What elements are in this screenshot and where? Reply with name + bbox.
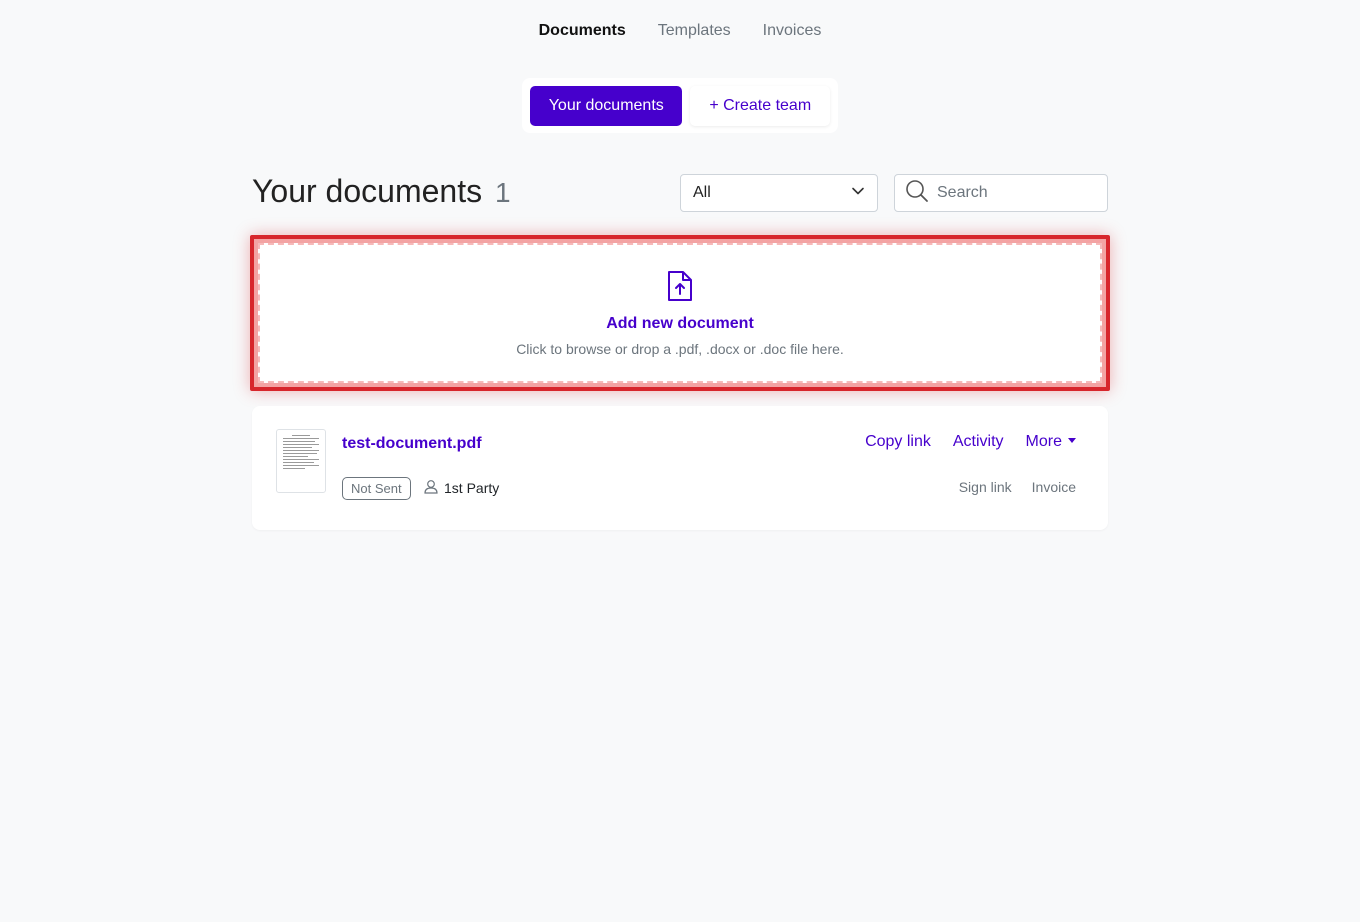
chevron-down-icon (851, 184, 865, 203)
add-document-dropzone[interactable]: Add new document Click to browse or drop… (258, 243, 1102, 383)
document-actions: Copy link Activity More (865, 433, 1076, 451)
document-count: 1 (494, 177, 511, 208)
status-badge: Not Sent (342, 477, 411, 500)
filter-selected-value: All (693, 184, 711, 201)
activity-button[interactable]: Activity (953, 433, 1004, 451)
party-indicator: 1st Party (424, 479, 499, 497)
add-document-title: Add new document (606, 314, 754, 332)
dropzone-highlight: Add new document Click to browse or drop… (250, 235, 1110, 391)
document-name-link[interactable]: test-document.pdf (342, 435, 482, 453)
your-documents-button[interactable]: Your documents (530, 86, 683, 126)
file-upload-icon (667, 270, 693, 307)
documents-team-switcher: Your documents + Create team (522, 78, 838, 133)
page-title: Your documents 1 (252, 173, 511, 210)
search-box (894, 174, 1108, 212)
nav-tab-invoices[interactable]: Invoices (763, 20, 822, 42)
document-thumbnail[interactable] (276, 429, 326, 493)
sign-link-button[interactable]: Sign link (959, 479, 1012, 495)
document-secondary-actions: Sign link Invoice (959, 479, 1076, 495)
page-title-text: Your documents (252, 173, 483, 209)
nav-tab-templates[interactable]: Templates (658, 20, 731, 42)
user-icon (424, 479, 438, 497)
top-navigation: Documents Templates Invoices (0, 20, 1360, 42)
search-input[interactable] (937, 184, 1097, 202)
more-dropdown-button[interactable]: More (1026, 433, 1076, 451)
document-row: test-document.pdf Not Sent 1st Party Cop… (252, 406, 1108, 530)
party-label: 1st Party (444, 480, 500, 496)
add-document-hint: Click to browse or drop a .pdf, .docx or… (516, 340, 844, 357)
create-team-button[interactable]: + Create team (690, 86, 830, 126)
invoice-button[interactable]: Invoice (1032, 479, 1076, 495)
search-icon (905, 179, 929, 208)
nav-tab-documents[interactable]: Documents (539, 20, 626, 42)
copy-link-button[interactable]: Copy link (865, 433, 931, 451)
status-filter-select[interactable]: All (680, 174, 878, 212)
